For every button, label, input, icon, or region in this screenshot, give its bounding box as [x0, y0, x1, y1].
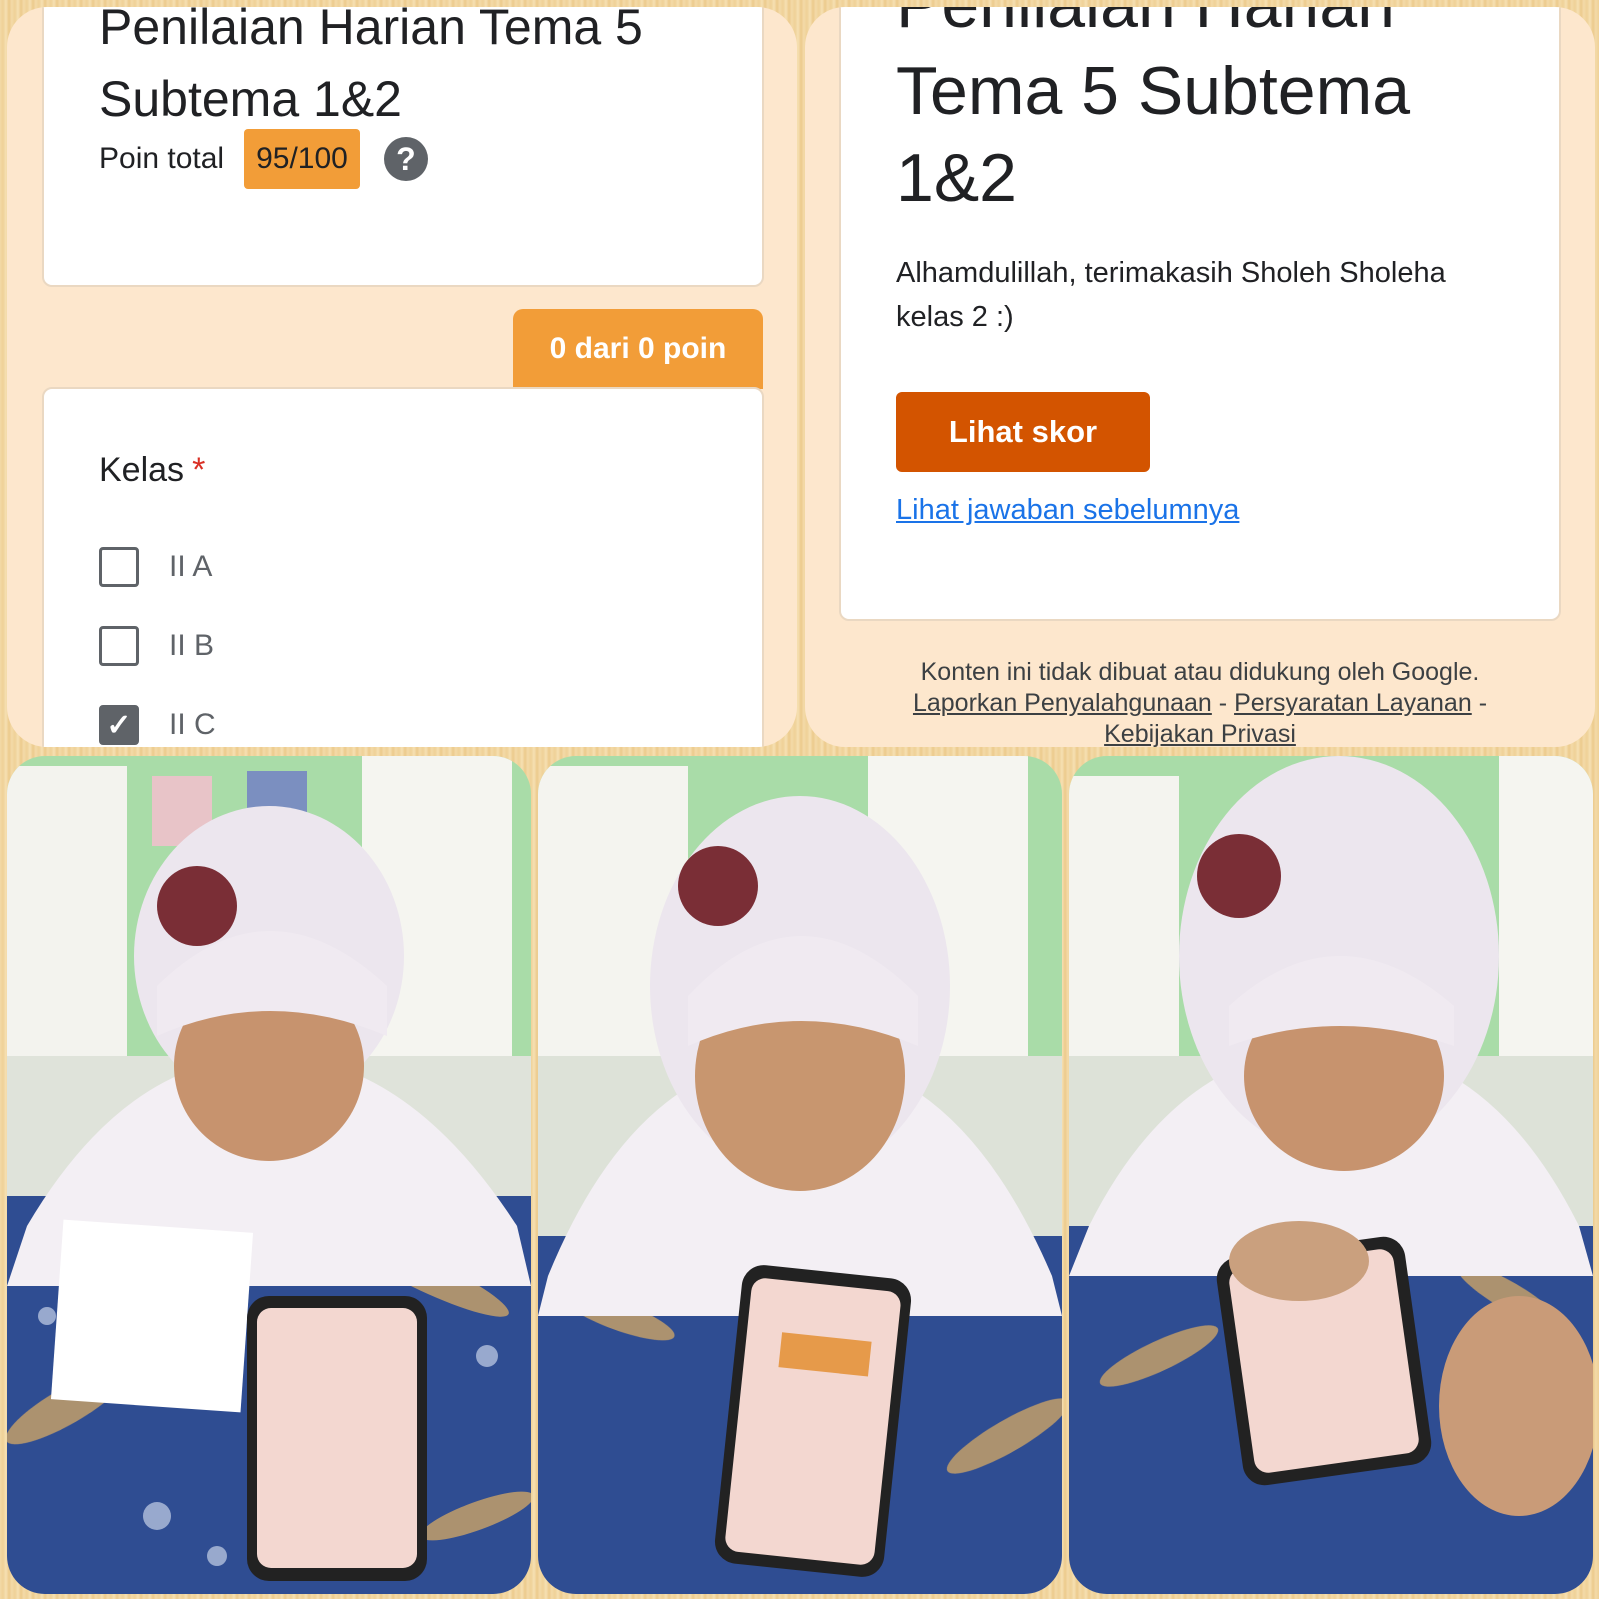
photo-scene	[1069, 756, 1593, 1594]
view-previous-answers-link[interactable]: Lihat jawaban sebelumnya	[896, 494, 1239, 527]
form-footer: Konten ini tidak dibuat atau didukung ol…	[805, 657, 1595, 747]
option-label: II B	[169, 629, 215, 662]
confirmation-title: Penilaian Harian Tema 5 Subtema 1&2	[896, 7, 1411, 216]
option-iib[interactable]: II B	[99, 626, 214, 666]
question-label: Kelas	[99, 451, 185, 489]
total-points-label: Poin total	[99, 142, 225, 175]
footer-separator: -	[1478, 689, 1488, 717]
view-score-button[interactable]: Lihat skor	[896, 392, 1150, 472]
report-abuse-link[interactable]: Laporkan Penyalahgunaan	[913, 689, 1212, 717]
footer-links-row: Laporkan Penyalahgunaan - Persyaratan La…	[805, 688, 1595, 719]
footer-privacy-row: Kebijakan Privasi	[805, 719, 1595, 747]
left-form-panel: Penilaian Harian Tema 5 Subtema 1&2 Poin…	[7, 7, 797, 747]
photo-scene	[7, 756, 531, 1594]
question-title: Kelas *	[99, 451, 205, 490]
student-writing-photo	[7, 756, 531, 1594]
section-points-tab: 0 dari 0 poin	[513, 309, 763, 389]
right-confirmation-panel: Penilaian Harian Tema 5 Subtema 1&2 Alha…	[805, 7, 1595, 747]
footer-notice: Konten ini tidak dibuat atau didukung ol…	[920, 658, 1480, 686]
confirmation-card: Penilaian Harian Tema 5 Subtema 1&2 Alha…	[839, 7, 1561, 621]
checkbox-unchecked[interactable]	[99, 626, 139, 666]
form-header-card: Penilaian Harian Tema 5 Subtema 1&2 Poin…	[42, 7, 764, 287]
student-tapping-phone-photo	[1069, 756, 1593, 1594]
checkbox-checked-icon[interactable]: ✓	[99, 705, 139, 745]
terms-of-service-link[interactable]: Persyaratan Layanan	[1234, 689, 1472, 717]
required-asterisk: *	[192, 451, 206, 489]
thank-you-message: Alhamdulillah, terimakasih Sholeh Sholeh…	[896, 257, 1446, 333]
option-iic[interactable]: ✓ II C	[99, 705, 216, 745]
kelas-question-card: Kelas * II A II B ✓ II C	[42, 387, 764, 747]
privacy-policy-link[interactable]: Kebijakan Privasi	[1104, 720, 1296, 747]
question-circle-icon[interactable]: ?	[383, 137, 428, 181]
total-points-badge: 95/100	[244, 129, 360, 189]
checkbox-unchecked[interactable]	[99, 547, 139, 587]
option-iia[interactable]: II A	[99, 547, 212, 587]
student-reading-phone-photo	[538, 756, 1062, 1594]
option-label: II A	[169, 550, 213, 583]
option-label: II C	[169, 708, 216, 741]
photo-scene	[538, 756, 1062, 1594]
footer-separator: -	[1218, 689, 1228, 717]
form-title: Penilaian Harian Tema 5 Subtema 1&2	[99, 7, 643, 127]
points-row: Poin total 95/100 ?	[99, 129, 428, 189]
